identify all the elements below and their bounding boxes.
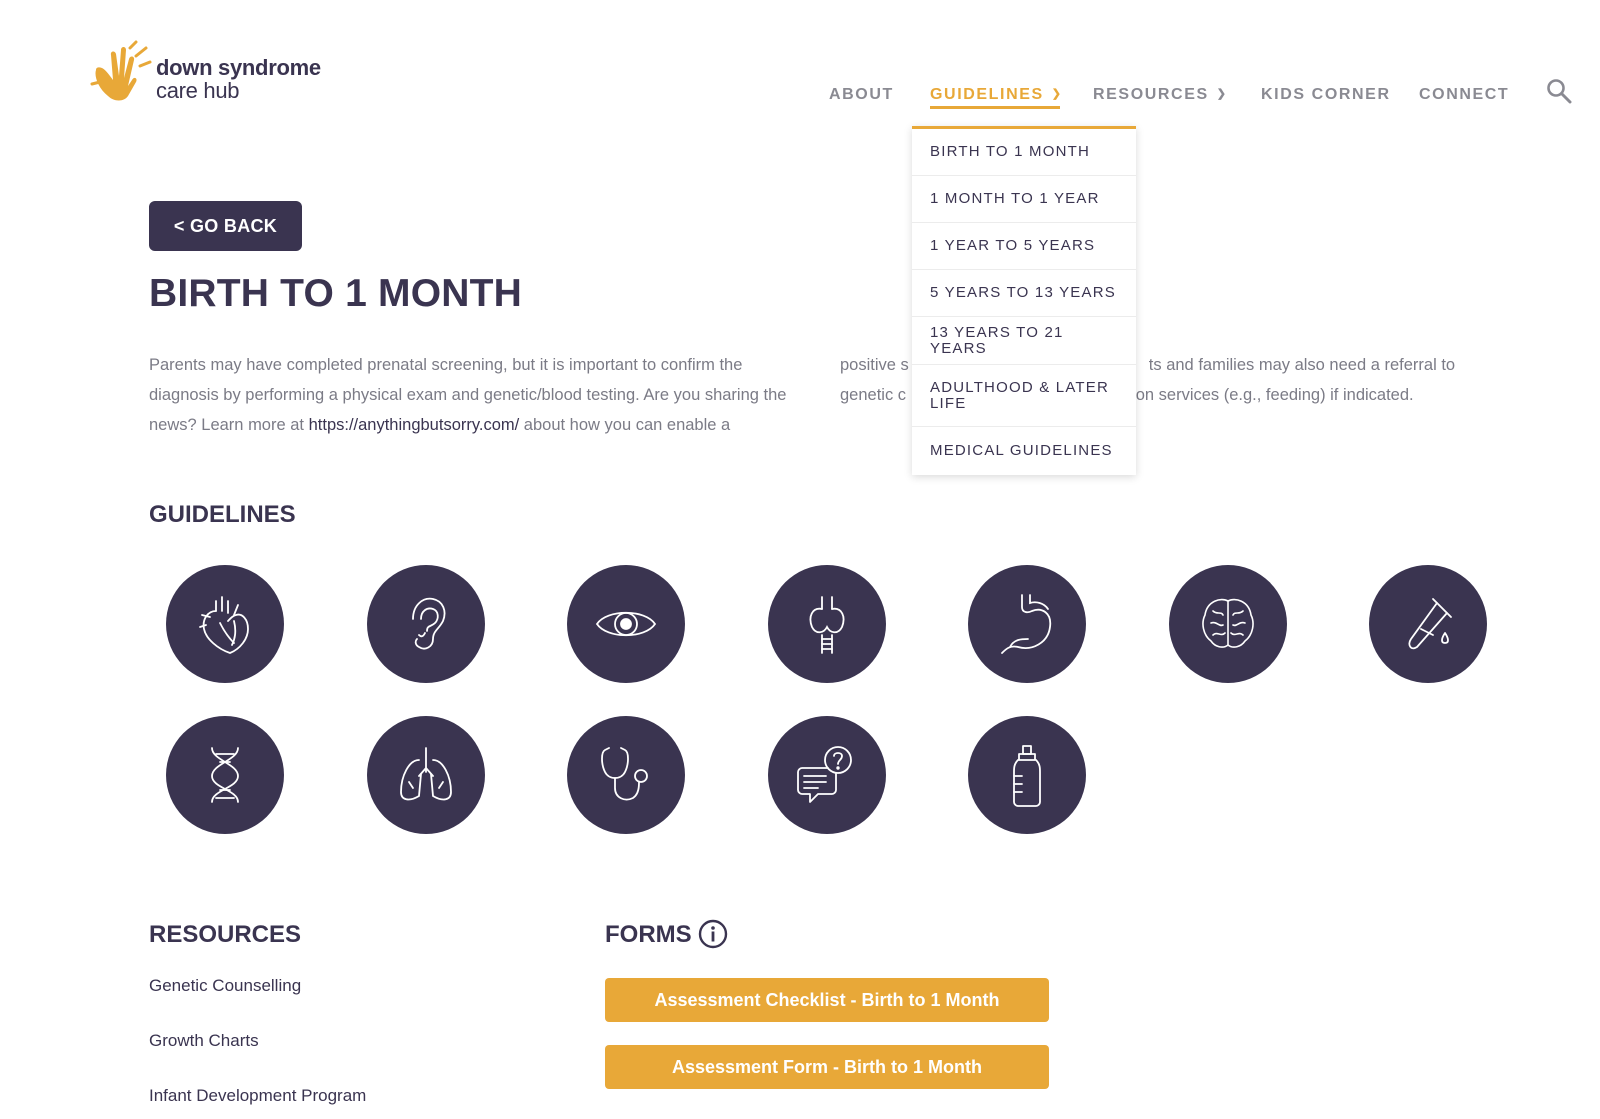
- resources-heading: RESOURCES: [149, 921, 302, 948]
- heart-icon: [199, 596, 249, 654]
- guideline-stethoscope[interactable]: [567, 716, 685, 834]
- dropdown-item-medical-guidelines[interactable]: MEDICAL GUIDELINES: [912, 427, 1136, 475]
- search-icon[interactable]: [1546, 78, 1572, 104]
- guidelines-dropdown-menu: BIRTH TO 1 MONTH 1 MONTH TO 1 YEAR 1 YEA…: [912, 126, 1136, 475]
- nav-about[interactable]: ABOUT: [829, 86, 894, 104]
- resource-growth-charts[interactable]: Growth Charts: [149, 1031, 259, 1051]
- baby-bottle-icon: [1013, 745, 1041, 807]
- assessment-form-button[interactable]: Assessment Form - Birth to 1 Month: [605, 1045, 1049, 1089]
- ear-icon: [412, 597, 446, 650]
- chevron-down-icon: ❯: [1051, 88, 1063, 100]
- guideline-heart[interactable]: [166, 565, 284, 683]
- dna-icon: [211, 747, 239, 803]
- dropdown-item-5-years-to-13-years[interactable]: 5 YEARS TO 13 YEARS: [912, 270, 1136, 317]
- guideline-stomach[interactable]: [968, 565, 1086, 683]
- intro-text-continued: about how you can enable a: [519, 416, 731, 434]
- nav-guidelines[interactable]: GUIDELINES ❯: [930, 86, 1063, 104]
- nav-kids-corner[interactable]: KIDS CORNER: [1261, 86, 1391, 104]
- active-nav-underline: [930, 106, 1060, 109]
- guideline-lungs[interactable]: [367, 716, 485, 834]
- anythingbutsorry-link[interactable]: https://anythingbutsorry.com/: [309, 416, 520, 434]
- guideline-dna[interactable]: [166, 716, 284, 834]
- assessment-checklist-button[interactable]: Assessment Checklist - Birth to 1 Month: [605, 978, 1049, 1022]
- stethoscope-icon: [601, 747, 648, 801]
- intro-col2-line2-start: genetic c: [840, 386, 907, 404]
- nav-connect[interactable]: CONNECT: [1419, 86, 1509, 104]
- guideline-thyroid[interactable]: [768, 565, 886, 683]
- guideline-ear[interactable]: [367, 565, 485, 683]
- dropdown-item-13-years-to-21-years[interactable]: 13 YEARS TO 21 YEARS: [912, 317, 1136, 365]
- resource-infant-development[interactable]: Infant Development Program: [149, 1086, 366, 1106]
- page-title: BIRTH TO 1 MONTH: [149, 272, 522, 315]
- intro-text-column-1: Parents may have completed prenatal scre…: [149, 350, 799, 440]
- dropdown-item-1-year-to-5-years[interactable]: 1 YEAR TO 5 YEARS: [912, 223, 1136, 270]
- guideline-brain[interactable]: [1169, 565, 1287, 683]
- thyroid-icon: [809, 596, 845, 654]
- nav-resources[interactable]: RESOURCES ❯: [1093, 86, 1228, 104]
- dropdown-item-1-month-to-1-year[interactable]: 1 MONTH TO 1 YEAR: [912, 176, 1136, 223]
- chevron-down-icon: ❯: [1216, 88, 1228, 100]
- info-icon[interactable]: [698, 919, 728, 949]
- resource-genetic-counselling[interactable]: Genetic Counselling: [149, 976, 301, 996]
- stomach-icon: [1001, 594, 1052, 654]
- main-nav: ABOUT GUIDELINES ❯ RESOURCES ❯ KIDS CORNER…: [0, 86, 1600, 116]
- guideline-test-tube[interactable]: [1369, 565, 1487, 683]
- chat-question-icon: [797, 746, 852, 803]
- guideline-chat[interactable]: [768, 716, 886, 834]
- go-back-button[interactable]: < GO BACK: [149, 201, 302, 251]
- intro-col2-line1-end: ts and families may also need a referral…: [1148, 356, 1456, 374]
- intro-col2-line1-start: positive s: [840, 356, 909, 374]
- guidelines-heading: GUIDELINES: [149, 501, 296, 528]
- intro-col2-line2-end: ion services (e.g., feeding) if indicate…: [1132, 386, 1414, 404]
- dropdown-item-adulthood[interactable]: ADULTHOOD & LATER LIFE: [912, 365, 1136, 427]
- lungs-icon: [400, 747, 452, 801]
- brain-icon: [1202, 598, 1254, 648]
- guideline-eye[interactable]: [567, 565, 685, 683]
- guideline-bottle[interactable]: [968, 716, 1086, 834]
- dropdown-item-birth-to-1-month[interactable]: BIRTH TO 1 MONTH: [912, 129, 1136, 176]
- test-tube-icon: [1408, 598, 1452, 650]
- eye-icon: [595, 611, 657, 637]
- forms-heading: FORMS: [605, 921, 692, 948]
